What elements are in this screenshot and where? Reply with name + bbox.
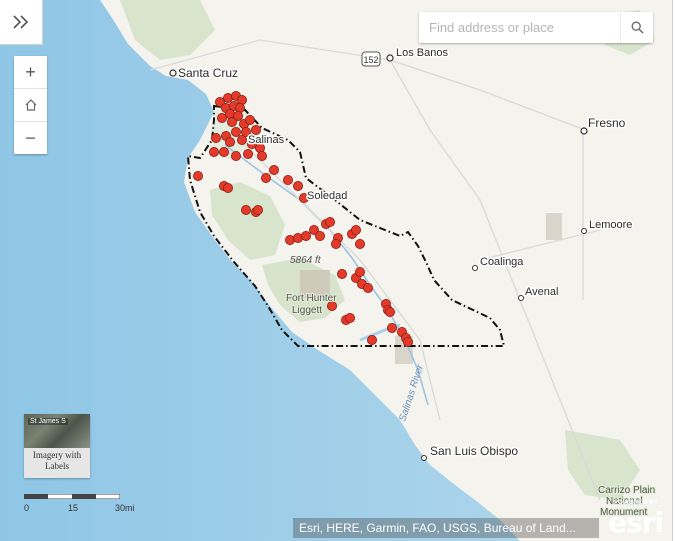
highway-shield: 152 bbox=[361, 51, 381, 67]
search-button[interactable] bbox=[620, 12, 653, 43]
sample-marker[interactable] bbox=[384, 306, 395, 317]
basemap-thumbnail-text: St James S bbox=[28, 418, 68, 425]
basemap-caption: Imagery with Labels bbox=[32, 450, 82, 471]
sample-marker[interactable] bbox=[292, 180, 303, 191]
city-dot bbox=[518, 295, 524, 301]
place-salinas: Salinas bbox=[248, 134, 285, 146]
scale-label-15: 15 bbox=[68, 503, 79, 513]
sample-marker[interactable] bbox=[282, 174, 293, 185]
sample-marker[interactable] bbox=[242, 148, 253, 159]
place-santa-cruz: Santa Cruz bbox=[178, 66, 238, 80]
sample-marker[interactable] bbox=[224, 136, 235, 147]
sample-marker[interactable] bbox=[300, 230, 311, 241]
zoom-in-button[interactable]: + bbox=[14, 56, 47, 89]
sample-marker[interactable] bbox=[350, 224, 361, 235]
city-dot bbox=[580, 127, 588, 135]
sample-marker[interactable] bbox=[366, 334, 377, 345]
sample-marker[interactable] bbox=[210, 132, 221, 143]
place-san-luis-obispo: San Luis Obispo bbox=[430, 444, 518, 458]
sample-marker[interactable] bbox=[260, 172, 271, 183]
basemap-toggle[interactable]: St James S Imagery with Labels bbox=[24, 414, 90, 478]
zoom-out-button[interactable]: − bbox=[14, 122, 47, 154]
scale-bar: 0 15 30mi bbox=[24, 494, 135, 514]
sample-marker[interactable] bbox=[226, 117, 237, 128]
scale-label-30: 30mi bbox=[115, 503, 135, 513]
sample-marker[interactable] bbox=[230, 127, 241, 138]
city-dot bbox=[386, 54, 394, 62]
sample-marker[interactable] bbox=[192, 170, 203, 181]
highway-152-label: 152 bbox=[363, 55, 378, 65]
city-dot bbox=[169, 69, 177, 77]
zoom-controls: + − bbox=[14, 56, 47, 154]
sample-marker[interactable] bbox=[208, 146, 219, 157]
basemap-thumbnail: St James S bbox=[24, 414, 90, 448]
sample-marker[interactable] bbox=[336, 268, 347, 279]
sample-marker[interactable] bbox=[354, 266, 365, 277]
esri-wordmark: esri bbox=[608, 506, 664, 539]
sample-marker[interactable] bbox=[386, 322, 397, 333]
search-widget bbox=[419, 12, 653, 43]
sample-marker[interactable] bbox=[230, 150, 241, 161]
sample-marker[interactable] bbox=[216, 113, 227, 124]
home-icon bbox=[25, 99, 36, 111]
city-dot bbox=[421, 455, 427, 461]
sample-marker[interactable] bbox=[244, 115, 255, 126]
place-coalinga: Coalinga bbox=[480, 256, 524, 268]
attribution[interactable]: Esri, HERE, Garmin, FAO, USGS, Bureau of… bbox=[293, 518, 599, 538]
sample-marker[interactable] bbox=[354, 238, 365, 249]
sample-marker[interactable] bbox=[314, 230, 325, 241]
scale-bar-graphic bbox=[24, 494, 120, 499]
chevrons-right-icon bbox=[13, 15, 29, 29]
city-dot bbox=[472, 265, 478, 271]
sample-marker[interactable] bbox=[218, 146, 229, 157]
place-avenal: Avenal bbox=[525, 286, 558, 298]
sample-marker[interactable] bbox=[252, 204, 263, 215]
sample-marker[interactable] bbox=[362, 282, 373, 293]
elevation-label: 5864 ft bbox=[290, 255, 322, 266]
sample-marker[interactable] bbox=[402, 336, 413, 347]
sample-marker[interactable] bbox=[256, 150, 267, 161]
sample-marker[interactable] bbox=[240, 204, 251, 215]
sample-marker[interactable] bbox=[344, 312, 355, 323]
home-button[interactable] bbox=[14, 89, 47, 122]
city-dot bbox=[581, 228, 587, 234]
place-los-banos: Los Banos bbox=[396, 47, 448, 59]
place-fresno: Fresno bbox=[588, 116, 626, 130]
sample-marker[interactable] bbox=[268, 164, 279, 175]
place-soledad: Soledad bbox=[307, 190, 347, 202]
expand-panel-button[interactable] bbox=[0, 0, 43, 45]
esri-logo[interactable]: POWERED BY esri bbox=[606, 500, 668, 539]
search-input[interactable] bbox=[419, 12, 620, 43]
map-view[interactable]: 152 Santa Cruz Los Banos Fresno Salinas … bbox=[0, 0, 672, 541]
place-lemoore: Lemoore bbox=[589, 219, 632, 231]
sample-marker[interactable] bbox=[222, 182, 233, 193]
sample-marker[interactable] bbox=[330, 238, 341, 249]
search-icon bbox=[631, 21, 643, 34]
sample-marker[interactable] bbox=[324, 216, 335, 227]
scale-label-0: 0 bbox=[24, 503, 30, 513]
